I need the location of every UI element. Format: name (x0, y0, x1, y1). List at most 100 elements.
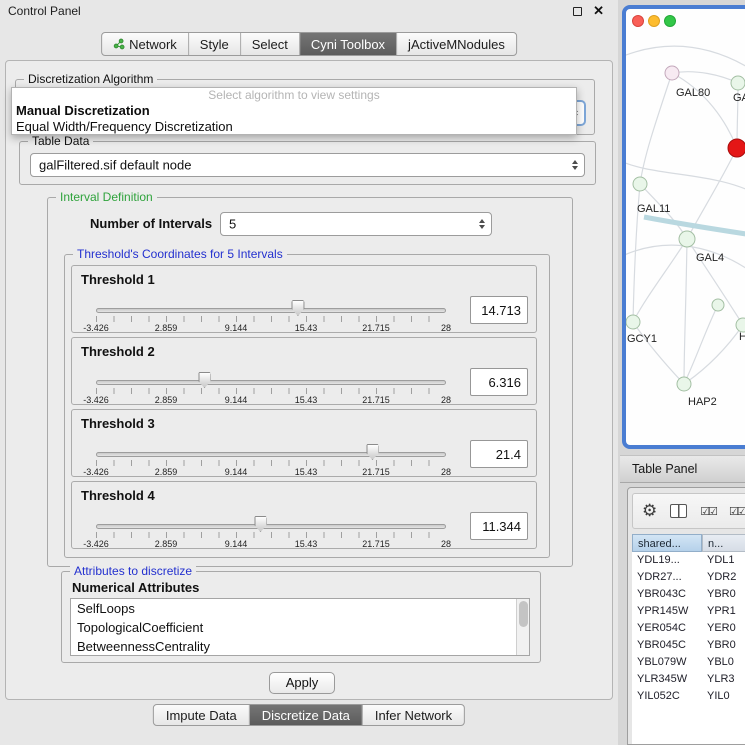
cell-shared-name: YBR045C (632, 637, 702, 654)
list-scrollbar[interactable] (516, 599, 529, 655)
network-node[interactable] (665, 66, 679, 80)
group-label: Table Data (28, 134, 93, 148)
table-panel-header-bar[interactable]: Table Panel (620, 455, 745, 483)
threshold-2-value-field[interactable] (470, 368, 528, 396)
tick-label: 15.43 (295, 323, 318, 333)
top-tabbar: Network Style Select Cyni Toolbox jActiv… (101, 32, 517, 56)
network-node[interactable] (728, 139, 745, 157)
table-row[interactable]: YDL19... YDL1 (632, 552, 745, 569)
network-canvas[interactable]: GAL80GAGAL11GAL4GCY1HHAP2 (626, 9, 745, 445)
table-header-row: shared... n... (632, 534, 745, 552)
table-row[interactable]: YBR045C YBR0 (632, 637, 745, 654)
select-none-columns-icon[interactable]: ☑☑ (729, 505, 745, 518)
tab-label: Select (252, 37, 288, 52)
network-view-window[interactable]: GAL80GAGAL11GAL4GCY1HHAP2 (622, 5, 745, 449)
slider-track[interactable] (96, 452, 446, 457)
tab-discretize-data[interactable]: Discretize Data (249, 705, 362, 725)
tick-label: 2.859 (155, 395, 178, 405)
minimize-traffic-icon[interactable] (648, 15, 660, 27)
network-node[interactable] (731, 76, 745, 90)
threshold-label: Threshold 4 (81, 488, 155, 503)
network-node[interactable] (679, 231, 695, 247)
cell-shared-name: YER054C (632, 620, 702, 637)
network-node[interactable] (712, 299, 724, 311)
slider-ticks (96, 388, 446, 394)
threshold-2-box: Threshold 2 -3.426 2.859 9.144 15.43 21.… (71, 337, 537, 405)
list-item[interactable]: TopologicalCoefficient (71, 618, 529, 637)
dropdown-option-manual-discretization[interactable]: Manual Discretization (12, 103, 576, 119)
threshold-3-slider: -3.426 2.859 9.144 15.43 21.715 28 (96, 440, 446, 476)
close-traffic-icon[interactable] (632, 15, 644, 27)
cell-name: YER0 (702, 620, 745, 637)
close-icon[interactable]: ✕ (593, 3, 604, 19)
network-node[interactable] (633, 177, 647, 191)
table-row[interactable]: YLR345W YLR3 (632, 671, 745, 688)
threshold-4-value-field[interactable] (470, 512, 528, 540)
threshold-4-slider: -3.426 2.859 9.144 15.43 21.715 28 (96, 512, 446, 548)
tick-label: 28 (441, 539, 451, 549)
threshold-1-value-field[interactable] (470, 296, 528, 324)
tab-select[interactable]: Select (240, 33, 299, 55)
network-node[interactable] (677, 377, 691, 391)
columns-icon[interactable] (670, 504, 687, 518)
dropdown-placeholder: Select algorithm to view settings (12, 88, 576, 103)
algorithm-dropdown-popup: Select algorithm to view settings Manual… (11, 87, 577, 135)
threshold-label: Threshold 2 (81, 344, 155, 359)
tab-label: Style (200, 37, 229, 52)
network-node[interactable] (626, 315, 640, 329)
tick-label: 28 (441, 395, 451, 405)
network-node-label: GA (733, 92, 745, 104)
table-data-combobox[interactable]: galFiltered.sif default node (30, 153, 585, 177)
network-edge (684, 239, 687, 384)
slider-thumb[interactable] (198, 372, 211, 388)
tab-label: Impute Data (166, 708, 237, 723)
apply-button[interactable]: Apply (269, 672, 335, 694)
cell-shared-name: YBL079W (632, 654, 702, 671)
tick-label: 2.859 (155, 539, 178, 549)
table-panel-title: Table Panel (632, 462, 697, 476)
list-item[interactable]: SelfLoops (71, 599, 529, 618)
threshold-4-box: Threshold 4 -3.426 2.859 9.144 15.43 21.… (71, 481, 537, 549)
slider-ticks (96, 316, 446, 322)
tab-impute-data[interactable]: Impute Data (154, 705, 249, 725)
float-window-icon[interactable] (573, 7, 582, 16)
slider-thumb[interactable] (366, 444, 379, 460)
column-header-name[interactable]: n... (702, 534, 745, 552)
tick-label: -3.426 (83, 467, 109, 477)
table-row[interactable]: YPR145W YPR1 (632, 603, 745, 620)
tab-infer-network[interactable]: Infer Network (362, 705, 464, 725)
table-row[interactable]: YBR043C YBR0 (632, 586, 745, 603)
slider-track[interactable] (96, 524, 446, 529)
table-toolbar: ⚙ ☑☑ ☑☑ (632, 493, 745, 529)
list-item[interactable]: BetweennessCentrality (71, 637, 529, 656)
tab-style[interactable]: Style (188, 33, 240, 55)
scrollbar-thumb[interactable] (519, 601, 528, 627)
tab-network[interactable]: Network (102, 33, 188, 55)
table-row[interactable]: YIL052C YIL0 (632, 688, 745, 705)
dropdown-option-equal-width[interactable]: Equal Width/Frequency Discretization (12, 119, 576, 135)
network-node[interactable] (736, 318, 745, 332)
zoom-traffic-icon[interactable] (664, 15, 676, 27)
slider-tick-labels: -3.426 2.859 9.144 15.43 21.715 28 (96, 467, 446, 477)
tab-cyni-toolbox[interactable]: Cyni Toolbox (299, 33, 396, 55)
table-row[interactable]: YER054C YER0 (632, 620, 745, 637)
tab-jactivemnodules[interactable]: jActiveMNodules (396, 33, 516, 55)
window-traffic-lights (632, 15, 676, 27)
network-edge (672, 72, 738, 83)
gear-icon[interactable]: ⚙ (642, 501, 657, 521)
number-of-intervals-combobox[interactable]: 5 (220, 212, 492, 236)
table-row[interactable]: YBL079W YBL0 (632, 654, 745, 671)
slider-track[interactable] (96, 380, 446, 385)
slider-track[interactable] (96, 308, 446, 313)
attributes-to-discretize-group: Attributes to discretize Numerical Attri… (61, 571, 541, 663)
column-header-shared-name[interactable]: shared... (632, 534, 702, 552)
select-all-columns-icon[interactable]: ☑☑ (700, 505, 716, 518)
table-row[interactable]: YDR27... YDR2 (632, 569, 745, 586)
cell-name: YBR0 (702, 586, 745, 603)
slider-thumb[interactable] (254, 516, 267, 532)
network-edge (672, 73, 737, 148)
cell-name: YPR1 (702, 603, 745, 620)
cell-shared-name: YIL052C (632, 688, 702, 705)
slider-thumb[interactable] (291, 300, 304, 316)
threshold-3-value-field[interactable] (470, 440, 528, 468)
